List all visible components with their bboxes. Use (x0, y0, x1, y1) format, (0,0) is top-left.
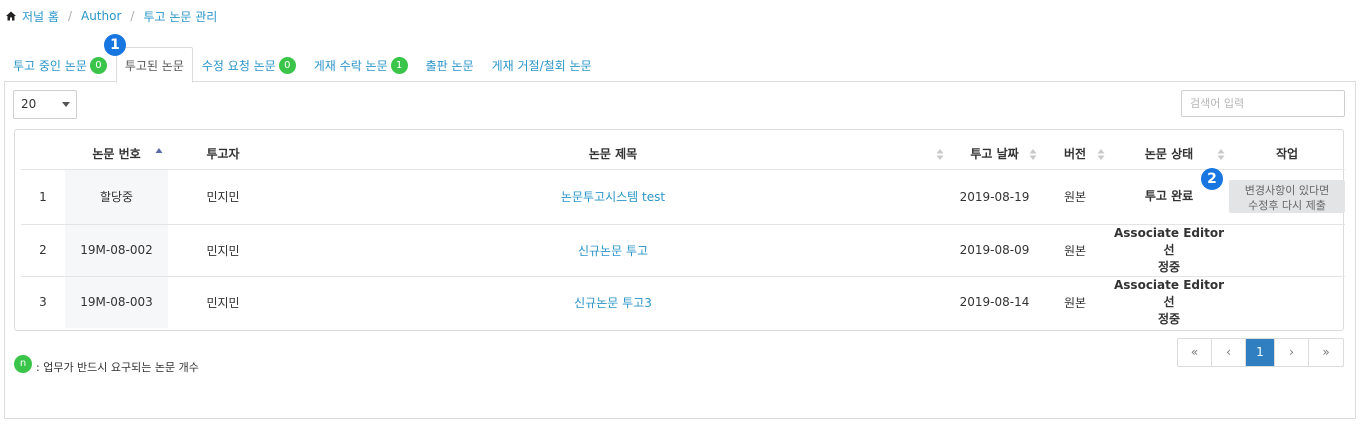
cell-version: 원본 (1041, 168, 1109, 224)
resubmit-button[interactable]: 변경사항이 있다면 수정후 다시 제출 (1229, 180, 1345, 213)
tab-revision-requested[interactable]: 수정 요청 논문 0 (193, 48, 305, 82)
col-header-label: 투고 날짜 (970, 147, 1019, 162)
cell-author: 민지민 (168, 223, 278, 276)
legend-badge: n (14, 355, 32, 373)
breadcrumb: 저널 홈 / Author / 투고 논문 관리 (6, 8, 217, 24)
breadcrumb-manage-submissions[interactable]: 투고 논문 관리 (143, 8, 217, 25)
cell-action: 변경사항이 있다면 수정후 다시 제출 (1229, 168, 1345, 224)
cell-status: Associate Editor 선정중 (1109, 223, 1229, 276)
cell-version: 원본 (1041, 223, 1109, 276)
sort-icon[interactable] (1029, 148, 1037, 161)
col-header-label: 버전 (1063, 147, 1087, 162)
col-header-paper-number[interactable]: 논문 번호 (65, 139, 168, 169)
col-header-submit-date[interactable]: 투고 날짜 (948, 139, 1041, 169)
sort-icon[interactable] (1217, 148, 1225, 161)
breadcrumb-separator: / (67, 9, 72, 23)
tab-label: 투고 중인 논문 (13, 59, 87, 73)
tab-label: 출판 논문 (425, 59, 474, 73)
legend-text: : 업무가 반드시 요구되는 논문 개수 (36, 361, 199, 374)
col-header-version[interactable]: 버전 (1041, 139, 1109, 169)
pagination: « ‹ 1 › » (1177, 338, 1344, 367)
tab-submitted[interactable]: 투고된 논문 (115, 47, 193, 83)
col-header-status[interactable]: 논문 상태 (1109, 139, 1229, 169)
cell-status: Associate Editor 선정중 (1109, 275, 1229, 328)
paper-title-link[interactable]: 신규논문 투고3 (574, 296, 652, 310)
cell-title: 신규논문 투고3 (278, 275, 948, 328)
status-line1: Associate Editor 선 (1114, 225, 1224, 257)
col-header-label: 논문 번호 (92, 147, 141, 162)
page-size-select[interactable]: 20 (13, 90, 77, 119)
step-marker-1: 1 (104, 34, 126, 56)
col-header-label: 논문 상태 (1144, 147, 1194, 162)
cell-action (1229, 223, 1345, 276)
cell-title: 논문투고시스템 test (278, 168, 948, 224)
tab-rejected-withdrawn[interactable]: 게재 거절/철회 논문 (483, 48, 601, 82)
sort-icon[interactable] (1097, 148, 1105, 161)
breadcrumb-journal-home[interactable]: 저널 홈 (22, 8, 59, 25)
tab-published[interactable]: 출판 논문 (417, 48, 483, 82)
count-badge: 1 (390, 57, 408, 74)
count-badge: 0 (278, 57, 296, 74)
cell-author: 민지민 (168, 168, 278, 224)
page-size-value: 20 (21, 97, 37, 111)
search-input[interactable] (1181, 90, 1345, 117)
tab-bar: 투고 중인 논문 0 투고된 논문 수정 요청 논문 0 게재 수락 논문 1 … (4, 46, 601, 83)
table-row: 3 19M-08-003 민지민 신규논문 투고3 2019-08-14 원본 … (21, 275, 1345, 328)
status-line2: 정중 (1157, 259, 1181, 274)
paper-title-link[interactable]: 신규논문 투고 (578, 244, 648, 258)
tab-label: 수정 요청 논문 (201, 59, 276, 73)
cell-no: 2 (21, 223, 65, 276)
resubmit-button-line1: 변경사항이 있다면 (1244, 183, 1330, 197)
tab-label: 투고된 논문 (124, 58, 184, 73)
table-row: 2 19M-08-002 민지민 신규논문 투고 2019-08-09 원본 A… (21, 223, 1345, 276)
cell-paper-number: 19M-08-002 (65, 223, 168, 276)
page-1-button[interactable]: 1 (1246, 339, 1275, 366)
cell-no: 3 (21, 275, 65, 328)
col-header-label: 논문 제목 (588, 147, 638, 162)
step-marker-2: 2 (1201, 168, 1223, 190)
tab-label: 게재 거절/철회 논문 (491, 59, 592, 73)
cell-paper-number: 할당중 (65, 168, 168, 224)
paper-title-link[interactable]: 논문투고시스템 test (561, 190, 665, 204)
cell-author: 민지민 (168, 275, 278, 328)
tab-label: 게재 수락 논문 (313, 59, 388, 73)
cell-title: 신규논문 투고 (278, 223, 948, 276)
cell-no: 1 (21, 168, 65, 224)
sort-asc-icon[interactable] (155, 147, 163, 160)
home-icon[interactable] (6, 11, 16, 21)
col-header-title[interactable]: 논문 제목 (278, 139, 948, 169)
cell-submit-date: 2019-08-14 (948, 275, 1041, 328)
tab-submitting[interactable]: 투고 중인 논문 0 (4, 48, 116, 82)
sort-icon[interactable] (936, 148, 944, 161)
cell-submit-date: 2019-08-09 (948, 223, 1041, 276)
cell-paper-number: 19M-08-003 (65, 275, 168, 328)
cell-submit-date: 2019-08-19 (948, 168, 1041, 224)
submissions-table: 논문 번호 투고자 논문 제목 투고 날짜 버전 논문 상태 작업 1 할당중 … (21, 139, 1345, 328)
first-page-button[interactable]: « (1178, 339, 1212, 366)
last-page-button[interactable]: » (1309, 339, 1343, 366)
count-badge: 0 (89, 57, 107, 74)
cell-action (1229, 275, 1345, 328)
cell-version: 원본 (1041, 275, 1109, 328)
breadcrumb-author[interactable]: Author (81, 9, 121, 23)
col-header-author: 투고자 (206, 147, 240, 162)
next-page-button[interactable]: › (1275, 339, 1309, 366)
tab-accepted[interactable]: 게재 수락 논문 1 (305, 48, 417, 82)
badge-legend: n : 업무가 반드시 요구되는 논문 개수 (14, 353, 199, 375)
table-header-row: 논문 번호 투고자 논문 제목 투고 날짜 버전 논문 상태 작업 (21, 139, 1345, 169)
col-header-action: 작업 (1275, 147, 1299, 162)
status-line2: 정중 (1157, 311, 1181, 326)
table-row: 1 할당중 민지민 논문투고시스템 test 2019-08-19 원본 투고 … (21, 168, 1345, 224)
status-line1: Associate Editor 선 (1114, 277, 1224, 309)
prev-page-button[interactable]: ‹ (1212, 339, 1246, 366)
col-header-no (21, 139, 65, 169)
caret-down-icon (62, 102, 70, 107)
breadcrumb-separator: / (130, 9, 135, 23)
resubmit-button-line2: 수정후 다시 제출 (1248, 198, 1326, 212)
